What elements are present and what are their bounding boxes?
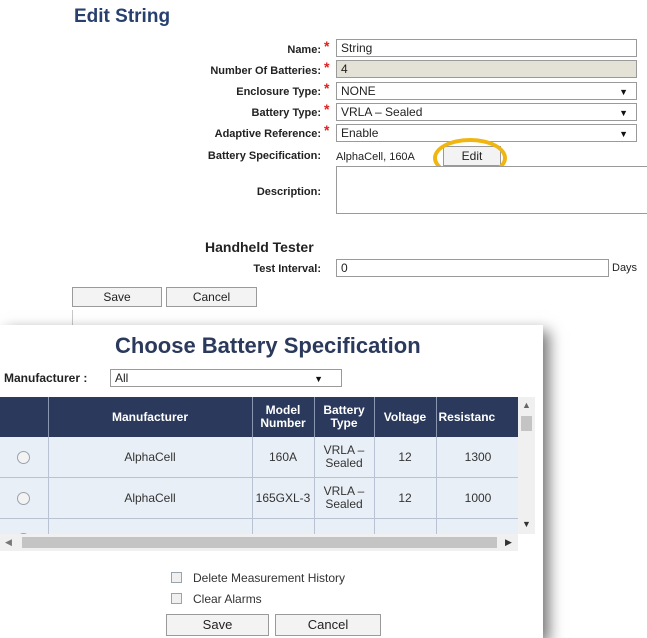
resistance-cell: 1000 [436,477,521,519]
spec-table-viewport: Manufacturer Model Number Battery Type V… [0,397,540,534]
column-header-manufacturer[interactable]: Manufacturer [48,397,253,437]
cancel-button[interactable]: Cancel [166,287,257,307]
name-field[interactable]: String [336,39,637,57]
radio-button[interactable] [17,450,31,464]
model-cell: 160A [252,437,315,478]
num-batteries-label: Number Of Batteries: [210,65,321,77]
spec-table: Manufacturer Model Number Battery Type V… [0,397,521,534]
chevron-down-icon: ▼ [314,374,323,384]
manufacturer-cell: AlphaCell [48,477,253,519]
delete-history-checkbox[interactable] [171,572,182,583]
required-mark: * [324,80,330,96]
save-button[interactable]: Save [72,287,162,307]
enclosure-label: Enclosure Type: [236,86,321,98]
required-mark: * [324,59,330,75]
test-interval-field[interactable]: 0 [336,259,609,277]
battery-type-cell: VRLA – Sealed [314,477,375,519]
enclosure-value: NONE [341,84,376,98]
voltage-cell: 12 [374,477,437,519]
table-row[interactable]: AlphaCell 160A VRLA – Sealed 12 1300 [0,437,521,478]
model-cell: 165GXL- [252,518,315,534]
column-header-model[interactable]: Model Number [252,397,315,437]
days-unit: Days [612,262,638,274]
battery-type-select[interactable]: VRLA – Sealed ▼ [336,103,637,121]
manufacturer-cell: AlphaCell [48,518,253,534]
handheld-tester-heading: Handheld Tester [205,239,314,255]
model-cell: 165GXL-3 [252,477,315,519]
page-title: Edit String [74,6,171,27]
voltage-cell: 12 [374,437,437,478]
dialog-cancel-button[interactable]: Cancel [275,614,381,636]
battery-type-value: VRLA – Sealed [341,105,423,119]
manufacturer-filter-label: Manufacturer : [4,371,88,385]
dialog-title: Choose Battery Specification [115,333,421,358]
chevron-down-icon: ▼ [619,108,628,118]
manufacturer-cell: AlphaCell [48,437,253,478]
required-mark: * [324,101,330,117]
horizontal-scrollbar[interactable]: ◀ ▶ [0,534,518,551]
table-row[interactable]: AlphaCell 165GXL- VRLA – 12 1000 [0,518,521,534]
scroll-up-icon[interactable]: ▲ [522,400,531,410]
scroll-left-icon[interactable]: ◀ [5,537,12,548]
vertical-scrollbar[interactable]: ▲ ▼ [518,397,535,534]
clear-alarms-checkbox[interactable] [171,593,182,604]
resistance-cell: 1000 [436,518,521,534]
row-select-cell[interactable] [0,477,49,519]
column-header-voltage[interactable]: Voltage [374,397,437,437]
edit-string-form: Edit String Name: * String Number Of Bat… [0,0,647,360]
name-label: Name: [287,44,321,56]
battery-type-cell: VRLA – Sealed [314,437,375,478]
battery-type-cell: VRLA – [314,518,375,534]
adaptive-ref-value: Enable [341,126,379,140]
column-header-select [0,397,49,437]
table-header-row: Manufacturer Model Number Battery Type V… [0,397,521,437]
delete-history-label: Delete Measurement History [193,571,346,585]
dialog-save-button[interactable]: Save [166,614,269,636]
description-label: Description: [256,186,321,198]
chevron-down-icon: ▼ [619,129,628,139]
resistance-cell: 1300 [436,437,521,478]
vertical-scroll-thumb[interactable] [521,416,532,431]
clear-alarms-label: Clear Alarms [193,592,262,606]
adaptive-ref-label: Adaptive Reference: [214,128,321,140]
scroll-right-icon[interactable]: ▶ [505,537,512,548]
test-interval-label: Test Interval: [253,263,321,275]
voltage-cell: 12 [374,518,437,534]
column-header-resistance[interactable]: Resistanc [436,397,521,437]
chevron-down-icon: ▼ [619,87,628,97]
required-mark: * [324,38,330,54]
battery-spec-value: AlphaCell, 160A [336,151,415,163]
row-select-cell[interactable] [0,437,49,478]
scroll-down-icon[interactable]: ▼ [522,519,531,529]
manufacturer-filter-select[interactable]: All ▼ [110,369,342,387]
manufacturer-filter-value: All [115,371,129,385]
enclosure-select[interactable]: NONE ▼ [336,82,637,100]
choose-battery-spec-dialog: Choose Battery Specification Manufacture… [0,325,543,638]
horizontal-scroll-thumb[interactable] [22,537,497,548]
required-mark: * [324,122,330,138]
battery-spec-label: Battery Specification: [207,150,321,162]
battery-type-label: Battery Type: [251,107,321,119]
description-field[interactable] [336,166,647,214]
column-header-battery-type[interactable]: Battery Type [314,397,375,437]
table-row[interactable]: AlphaCell 165GXL-3 VRLA – Sealed 12 1000 [0,477,521,519]
num-batteries-field[interactable]: 4 [336,60,637,78]
radio-button[interactable] [17,491,31,505]
row-select-cell[interactable] [0,518,49,534]
